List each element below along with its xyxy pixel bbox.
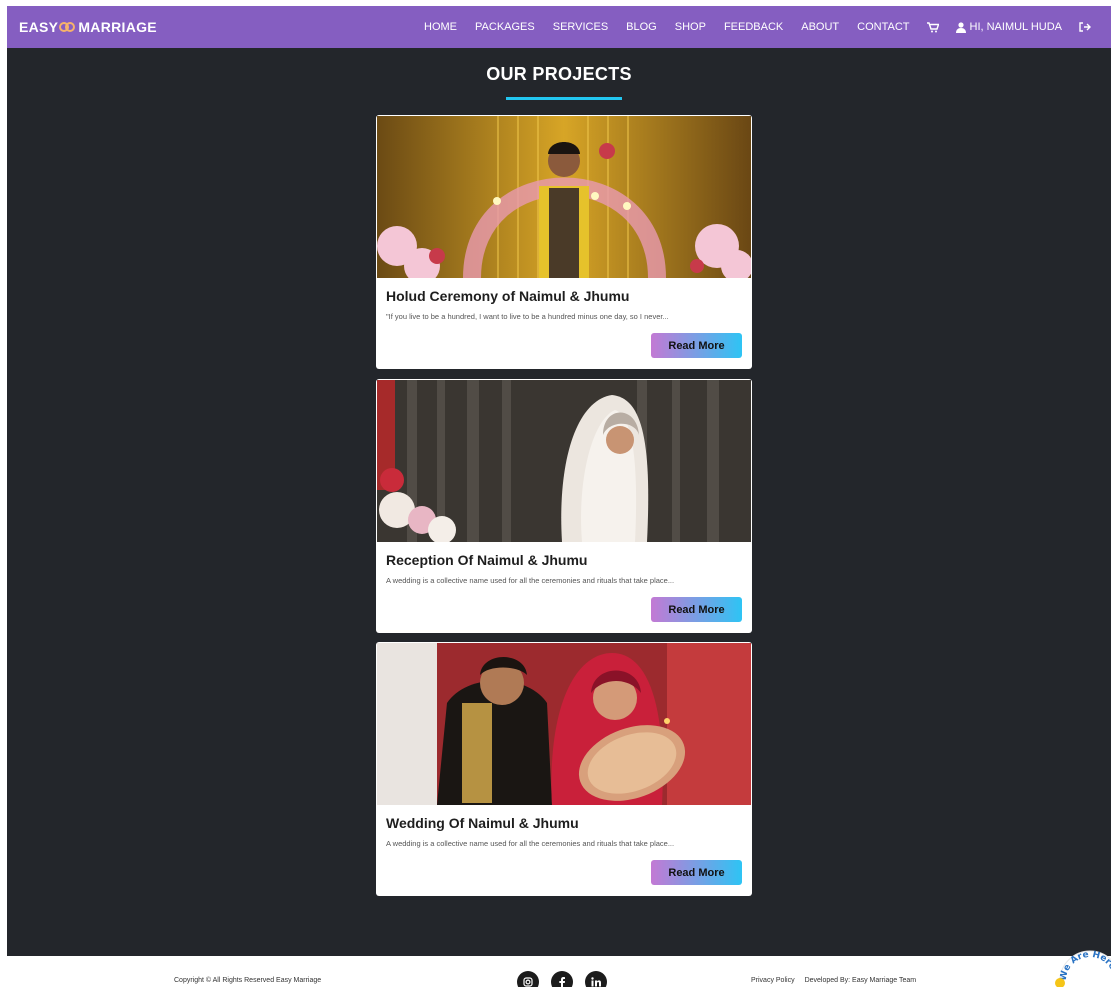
- nav-feedback[interactable]: FEEDBACK: [724, 21, 783, 33]
- project-card: Reception Of Naimul & Jhumu A wedding is…: [376, 379, 752, 633]
- nav-packages[interactable]: PACKAGES: [475, 21, 535, 33]
- project-card: Wedding Of Naimul & Jhumu A wedding is a…: [376, 642, 752, 896]
- user-name-label: HI, NAIMUL HUDA: [969, 21, 1063, 33]
- brand-logo[interactable]: EASY MARRIAGE: [19, 19, 157, 35]
- top-navbar: EASY MARRIAGE HOME PACKAGES SERVICES BLO…: [7, 6, 1111, 48]
- footer: Copyright © All Rights Reserved Easy Mar…: [0, 956, 1111, 987]
- projects-section: OUR PROJECTS Holud Ceremony of Naimul & …: [7, 48, 1111, 956]
- project-title: Holud Ceremony of Naimul & Jhumu: [386, 288, 630, 304]
- developer-credit: Developed By: Easy Marriage Team: [804, 977, 917, 984]
- nav-home[interactable]: HOME: [424, 21, 457, 33]
- privacy-policy-link[interactable]: Privacy Policy: [751, 977, 795, 984]
- rings-icon: [59, 21, 77, 33]
- project-title: Wedding Of Naimul & Jhumu: [386, 815, 579, 831]
- read-more-button[interactable]: Read More: [651, 597, 742, 622]
- brand-left-text: EASY: [19, 19, 59, 35]
- logout-icon[interactable]: [1079, 22, 1091, 32]
- nav-about[interactable]: ABOUT: [801, 21, 839, 33]
- copyright-text: Copyright © All Rights Reserved Easy Mar…: [174, 977, 322, 984]
- project-excerpt: "If you live to be a hundred, I want to …: [386, 312, 669, 321]
- nav-shop[interactable]: SHOP: [675, 21, 706, 33]
- project-image: [377, 643, 751, 805]
- cart-icon[interactable]: [926, 21, 939, 33]
- brand-right-text: MARRIAGE: [78, 19, 157, 35]
- project-image: [377, 380, 751, 542]
- project-excerpt: A wedding is a collective name used for …: [386, 839, 675, 848]
- title-underline: [506, 97, 622, 100]
- footer-links: Privacy Policy Developed By: Easy Marria…: [751, 977, 916, 984]
- section-title: OUR PROJECTS: [486, 64, 632, 84]
- nav-blog[interactable]: BLOG: [626, 21, 657, 33]
- read-more-button[interactable]: Read More: [651, 333, 742, 358]
- nav-services[interactable]: SERVICES: [553, 21, 608, 33]
- instagram-icon[interactable]: [517, 971, 539, 987]
- project-card: Holud Ceremony of Naimul & Jhumu "If you…: [376, 115, 752, 369]
- project-title: Reception Of Naimul & Jhumu: [386, 552, 588, 568]
- read-more-button[interactable]: Read More: [651, 860, 742, 885]
- social-links: [517, 971, 607, 987]
- facebook-icon[interactable]: [551, 971, 573, 987]
- project-image: [377, 116, 751, 278]
- we-are-here-badge[interactable]: We Are Here: [1052, 941, 1111, 987]
- linkedin-icon[interactable]: [585, 971, 607, 987]
- nav-contact[interactable]: CONTACT: [857, 21, 909, 33]
- nav-links: HOME PACKAGES SERVICES BLOG SHOP FEEDBAC…: [415, 21, 1099, 33]
- project-excerpt: A wedding is a collective name used for …: [386, 576, 675, 585]
- user-menu[interactable]: HI, NAIMUL HUDA: [955, 21, 1063, 33]
- user-icon: [955, 21, 966, 33]
